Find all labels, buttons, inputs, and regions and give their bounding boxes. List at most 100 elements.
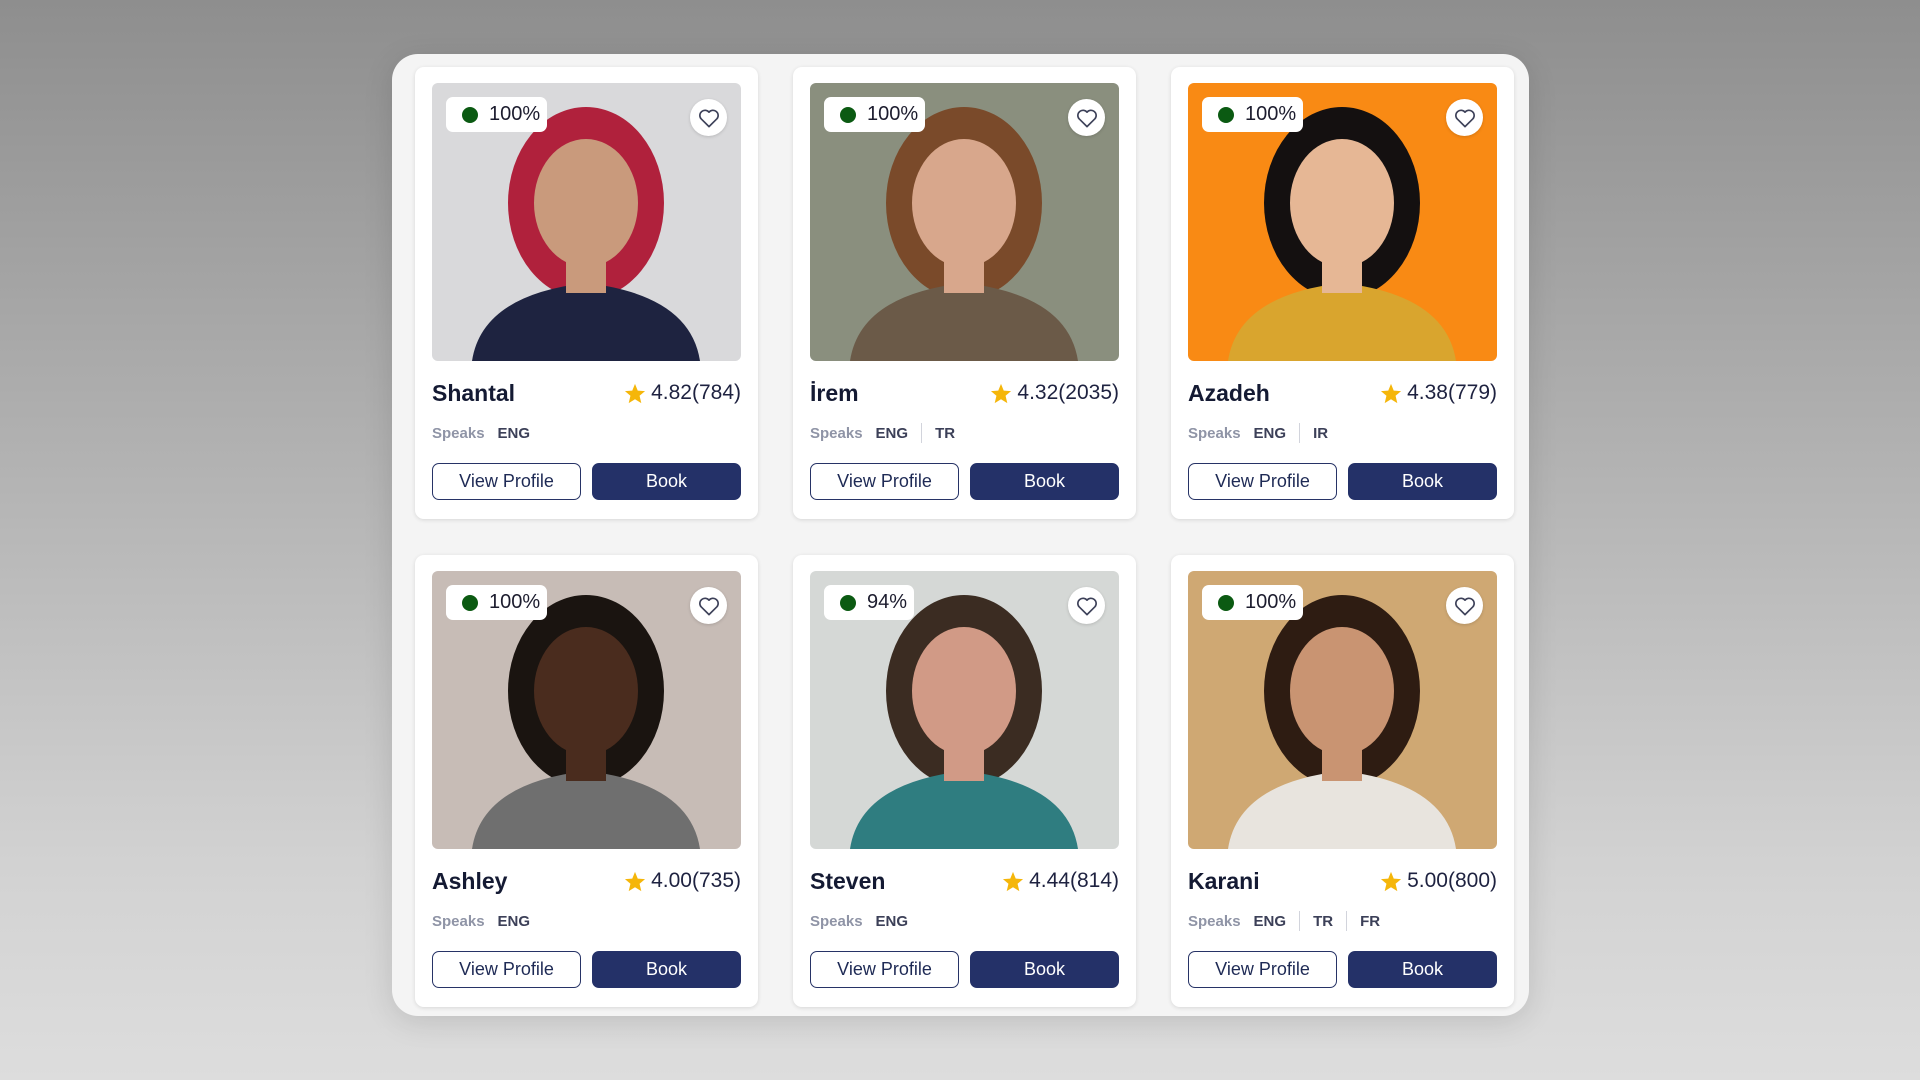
tutor-name: İrem — [810, 379, 859, 406]
speaks-label: Speaks — [810, 912, 863, 930]
rating-value: 4.00 — [651, 869, 692, 892]
speaks-label: Speaks — [810, 424, 863, 442]
book-button[interactable]: Book — [970, 463, 1119, 500]
book-button[interactable]: Book — [592, 951, 741, 988]
tutor-photo[interactable]: 100% — [1188, 83, 1497, 361]
review-count: (779) — [1447, 381, 1497, 404]
availability-badge: 100% — [824, 97, 926, 132]
language-tag: ENG — [497, 912, 531, 930]
tutor-photo[interactable]: 100% — [432, 83, 741, 361]
favorite-button[interactable] — [1068, 587, 1105, 624]
favorite-button[interactable] — [1446, 587, 1483, 624]
language-divider — [921, 423, 923, 443]
portrait-face — [534, 627, 638, 755]
tutor-rating: 4.82 (784) — [624, 381, 741, 405]
languages-row: Speaks ENG — [432, 421, 741, 445]
review-count: (800) — [1447, 869, 1497, 892]
tutor-photo[interactable]: 100% — [1188, 571, 1497, 849]
tutor-rating: 4.32 (2035) — [990, 381, 1119, 405]
tutor-panel: 100% Shantal 4.82 (784) Speaks ENG View P… — [392, 54, 1529, 1016]
heart-icon — [1454, 597, 1475, 615]
languages-row: Speaks ENG TR — [810, 421, 1119, 445]
favorite-button[interactable] — [690, 587, 727, 624]
book-button[interactable]: Book — [1348, 463, 1497, 500]
favorite-button[interactable] — [1446, 99, 1483, 136]
view-profile-button[interactable]: View Profile — [1188, 463, 1337, 500]
online-status-dot — [462, 594, 478, 611]
online-status-dot — [462, 106, 478, 123]
availability-badge: 94% — [824, 585, 915, 620]
rating-value: 4.44 — [1029, 869, 1070, 892]
heart-icon — [1076, 109, 1097, 127]
view-profile-button[interactable]: View Profile — [432, 463, 581, 500]
view-profile-button[interactable]: View Profile — [432, 951, 581, 988]
rating-value: 4.82 — [651, 381, 692, 404]
languages-row: Speaks ENG TR FR — [1188, 909, 1497, 933]
star-icon — [991, 383, 1012, 403]
speaks-label: Speaks — [1188, 424, 1241, 442]
availability-percent: 100% — [489, 103, 541, 125]
review-count: (784) — [691, 381, 741, 404]
availability-percent: 100% — [1245, 591, 1297, 613]
language-divider — [1299, 911, 1301, 931]
language-tag: ENG — [1253, 424, 1287, 442]
language-tag: ENG — [497, 424, 531, 442]
view-profile-button[interactable]: View Profile — [810, 463, 959, 500]
language-tag: ENG — [875, 912, 909, 930]
review-count: (814) — [1069, 869, 1119, 892]
tutor-rating: 4.38 (779) — [1380, 381, 1497, 405]
book-button[interactable]: Book — [1348, 951, 1497, 988]
tutor-photo[interactable]: 94% — [810, 571, 1119, 849]
rating-value: 5.00 — [1407, 869, 1448, 892]
review-count: (735) — [691, 869, 741, 892]
availability-badge: 100% — [1202, 585, 1304, 620]
availability-percent: 94% — [867, 591, 908, 613]
view-profile-button[interactable]: View Profile — [810, 951, 959, 988]
tutor-card: 100% Ashley 4.00 (735) Speaks ENG View Pr… — [415, 555, 758, 1007]
star-icon — [1003, 871, 1024, 891]
languages-row: Speaks ENG IR — [1188, 421, 1497, 445]
star-icon — [625, 871, 646, 891]
rating-value: 4.32 — [1017, 381, 1059, 404]
languages-row: Speaks ENG — [810, 909, 1119, 933]
portrait-face — [1290, 627, 1394, 755]
language-tag: IR — [1313, 424, 1329, 442]
speaks-label: Speaks — [1188, 912, 1241, 930]
availability-percent: 100% — [1245, 103, 1297, 125]
language-tag: TR — [935, 424, 956, 442]
portrait-face — [534, 139, 638, 267]
portrait-face — [1290, 139, 1394, 267]
language-divider — [1299, 423, 1301, 443]
language-tag: TR — [1313, 912, 1334, 930]
star-icon — [1381, 383, 1402, 403]
book-button[interactable]: Book — [592, 463, 741, 500]
availability-badge: 100% — [446, 97, 548, 132]
tutor-card: 100% İrem 4.32 (2035) Speaks ENG TR View… — [793, 67, 1136, 519]
tutor-name: Karani — [1188, 867, 1260, 894]
favorite-button[interactable] — [690, 99, 727, 136]
tutor-photo[interactable]: 100% — [432, 571, 741, 849]
tutor-photo[interactable]: 100% — [810, 83, 1119, 361]
heart-icon — [1454, 109, 1475, 127]
favorite-button[interactable] — [1068, 99, 1105, 136]
language-tag: FR — [1360, 912, 1381, 930]
portrait-face — [912, 139, 1016, 267]
book-button[interactable]: Book — [970, 951, 1119, 988]
view-profile-button[interactable]: View Profile — [1188, 951, 1337, 988]
availability-percent: 100% — [867, 103, 919, 125]
language-divider — [1346, 911, 1348, 931]
tutor-card: 94% Steven 4.44 (814) Speaks ENG View Pro… — [793, 555, 1136, 1007]
online-status-dot — [840, 106, 856, 123]
tutor-card: 100% Shantal 4.82 (784) Speaks ENG View P… — [415, 67, 758, 519]
portrait-face — [912, 627, 1016, 755]
language-tag: ENG — [875, 424, 909, 442]
heart-icon — [698, 109, 719, 127]
availability-badge: 100% — [1202, 97, 1304, 132]
tutor-name: Shantal — [432, 379, 516, 406]
speaks-label: Speaks — [432, 424, 485, 442]
online-status-dot — [840, 594, 856, 611]
availability-badge: 100% — [446, 585, 548, 620]
availability-percent: 100% — [489, 591, 541, 613]
heart-icon — [1076, 597, 1097, 615]
tutor-name: Steven — [810, 867, 886, 894]
